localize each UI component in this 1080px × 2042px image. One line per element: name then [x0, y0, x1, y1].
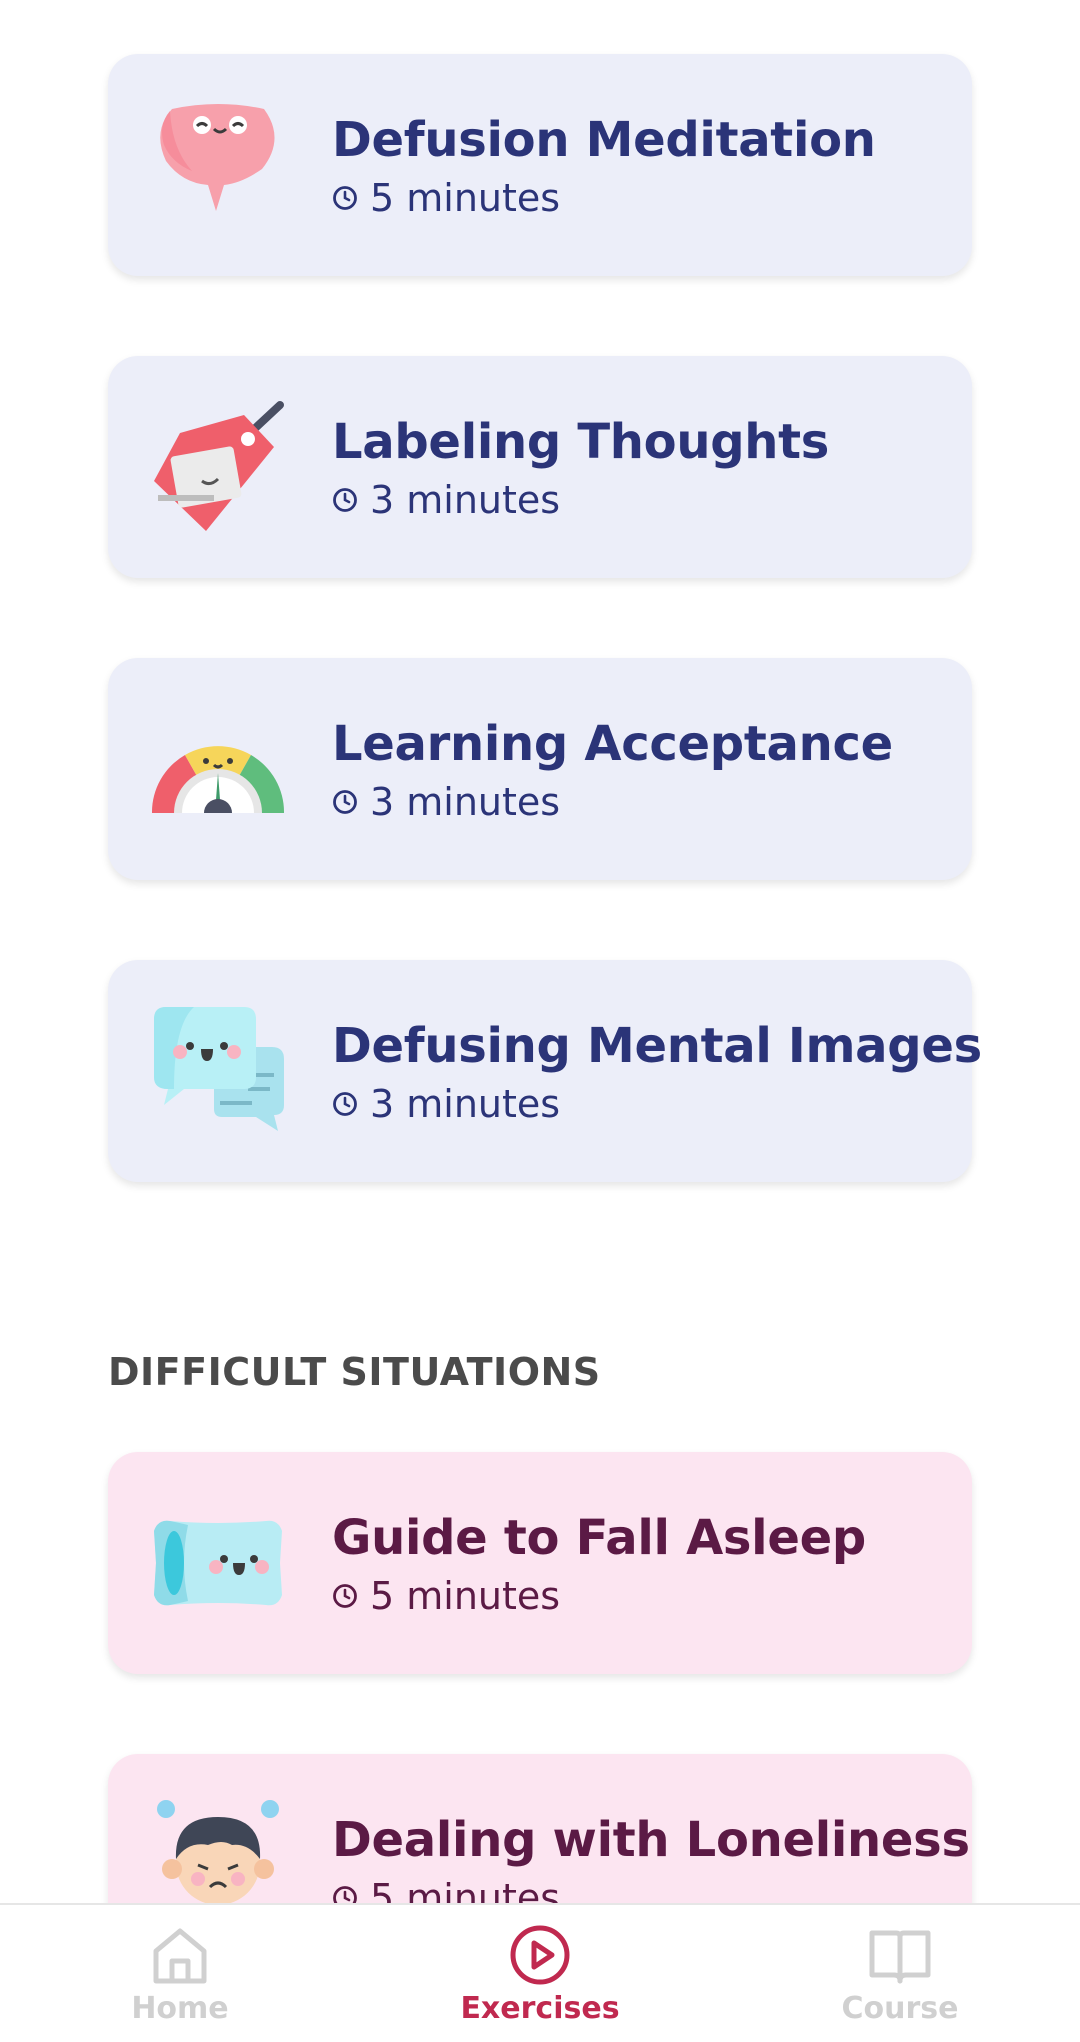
exercise-title: Defusion Meditation [332, 112, 876, 168]
exercise-duration: 5 minutes [370, 176, 561, 220]
bottom-nav: Home Exercises Course [0, 1903, 1080, 2042]
nav-label: Course [841, 1991, 959, 2026]
exercise-card-guide-to-fall-asleep[interactable]: Guide to Fall Asleep 5 minutes [108, 1452, 972, 1674]
clock-icon [333, 1584, 357, 1608]
brain-icon [160, 104, 275, 211]
nav-item-exercises[interactable]: Exercises [440, 1923, 640, 2026]
tag-icon [154, 401, 284, 531]
clock-icon [333, 1092, 357, 1116]
clock-icon [333, 488, 357, 512]
nav-label: Home [131, 1991, 229, 2026]
clock-icon [333, 1886, 357, 1903]
nav-label: Exercises [460, 1991, 620, 2026]
exercise-title: Dealing with Loneliness [332, 1812, 970, 1868]
clock-icon [333, 186, 357, 210]
gauge-icon [152, 746, 284, 813]
exercise-title: Learning Acceptance [332, 716, 893, 772]
pillow-icon [154, 1520, 282, 1606]
exercise-duration: 5 minutes [370, 1876, 561, 1903]
nav-item-home[interactable]: Home [80, 1923, 280, 2026]
home-icon [153, 1928, 207, 1984]
exercise-title: Labeling Thoughts [332, 414, 830, 470]
exercise-duration: 5 minutes [370, 1574, 561, 1618]
clock-icon [333, 790, 357, 814]
nav-item-course[interactable]: Course [800, 1923, 1000, 2026]
chat-bubbles-icon [154, 1007, 284, 1131]
exercise-card-defusion-meditation[interactable]: Defusion Meditation 5 minutes [108, 54, 972, 276]
exercise-duration: 3 minutes [370, 1082, 561, 1126]
play-circle-icon [510, 1925, 570, 1985]
exercise-card-dealing-with-loneliness[interactable]: Dealing with Loneliness 5 minutes [108, 1754, 972, 1903]
exercise-duration: 3 minutes [370, 780, 561, 824]
sad-boy-icon [157, 1800, 279, 1903]
section-title: DIFFICULT SITUATIONS [108, 1350, 601, 1394]
book-icon [869, 1930, 931, 1984]
exercise-duration: 3 minutes [370, 478, 561, 522]
exercise-title: Guide to Fall Asleep [332, 1510, 866, 1566]
exercise-card-learning-acceptance[interactable]: Learning Acceptance 3 minutes [108, 658, 972, 880]
exercise-title: Defusing Mental Images [332, 1018, 982, 1074]
exercise-card-labeling-thoughts[interactable]: Labeling Thoughts 3 minutes [108, 356, 972, 578]
exercise-card-defusing-mental-images[interactable]: Defusing Mental Images 3 minutes [108, 960, 982, 1182]
exercise-list: Defusion Meditation 5 minutes Labeling T… [0, 0, 1080, 1903]
